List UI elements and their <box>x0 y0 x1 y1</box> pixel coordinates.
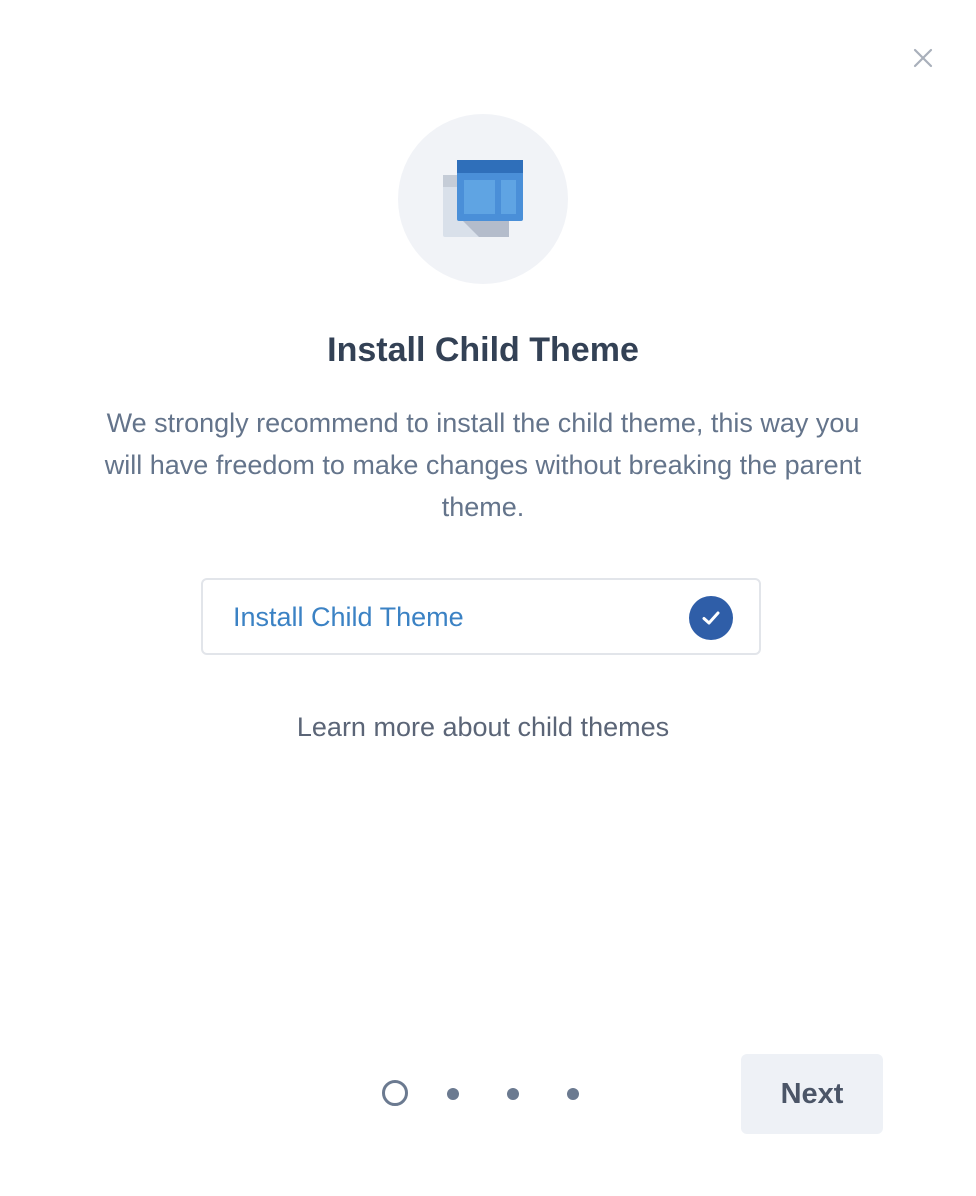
step-dot-3[interactable] <box>507 1088 519 1100</box>
setup-wizard-dialog: Install Child Theme We strongly recommen… <box>0 0 976 1196</box>
close-icon <box>913 48 933 68</box>
child-theme-layout-icon <box>443 160 523 237</box>
install-child-theme-option[interactable]: Install Child Theme <box>201 578 761 655</box>
step-dot-2[interactable] <box>447 1088 459 1100</box>
dialog-title: Install Child Theme <box>327 331 639 369</box>
learn-more-link[interactable]: Learn more about child themes <box>0 708 966 746</box>
close-button[interactable] <box>908 43 938 73</box>
step-dot-1-active[interactable] <box>382 1080 408 1106</box>
install-option-label: Install Child Theme <box>233 602 464 632</box>
step-pagination <box>380 1080 590 1108</box>
checked-badge <box>689 596 733 640</box>
checkmark-icon <box>702 611 720 625</box>
dialog-description: We strongly recommend to install the chi… <box>104 408 862 522</box>
illustration-circle <box>398 114 568 284</box>
step-dot-4[interactable] <box>567 1088 579 1100</box>
next-button[interactable]: Next <box>741 1054 883 1134</box>
